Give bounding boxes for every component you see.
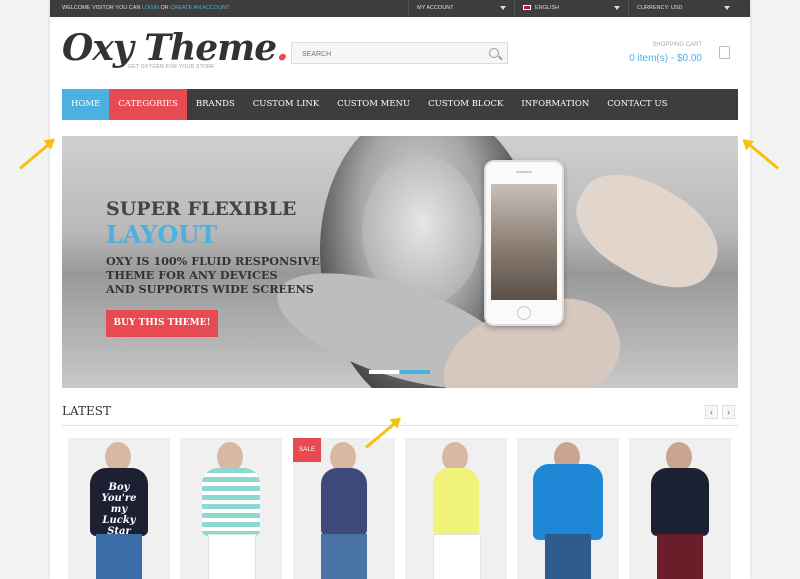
tshirt-print-text: Boy You're my Lucky Star: [101, 482, 137, 537]
product-jeans-image: [321, 534, 367, 579]
product-pants-image: [208, 534, 256, 579]
uk-flag-icon: [523, 5, 531, 10]
slider-dot-1[interactable]: [369, 370, 399, 374]
product-jacket-image: [533, 464, 603, 540]
banner-body-text: OXY IS 100% FLUID RESPONSIVE THEME FOR A…: [106, 254, 320, 296]
phone-home-button: [517, 306, 531, 320]
or-text: OR: [160, 5, 169, 11]
banner-body-line: THEME FOR ANY DEVICES: [106, 268, 278, 282]
search-box: [291, 42, 508, 64]
search-input[interactable]: [300, 47, 484, 62]
sale-badge: SALE: [293, 438, 321, 462]
chevron-down-icon: [724, 6, 730, 10]
carousel-next-button[interactable]: ›: [722, 405, 735, 419]
banner-title-line2: LAYOUT: [106, 220, 218, 249]
nav-item-categories[interactable]: CATEGORIES: [109, 89, 187, 120]
latest-heading: LATEST: [62, 404, 111, 418]
currency-dropdown[interactable]: CURRENCY: USD: [628, 0, 738, 17]
create-account-link[interactable]: CREATE AN ACCOUNT.: [170, 5, 230, 11]
logo-text: Oxy Theme: [62, 27, 277, 69]
site-logo[interactable]: Oxy Theme.: [62, 27, 289, 69]
product-card[interactable]: SALE: [293, 438, 395, 579]
slider-pagination: [369, 370, 431, 374]
nav-item-custom-menu[interactable]: CUSTOM MENU: [328, 89, 419, 120]
search-icon[interactable]: [489, 48, 499, 58]
phone-screen: [491, 184, 557, 300]
login-link[interactable]: LOGIN: [142, 5, 159, 11]
product-card[interactable]: [405, 438, 507, 579]
product-pants-image: [657, 534, 703, 579]
product-card[interactable]: [180, 438, 282, 579]
product-card[interactable]: [517, 438, 619, 579]
carousel-prev-button[interactable]: ‹: [705, 405, 718, 419]
product-pants-image: [433, 534, 481, 579]
top-bar: WELCOME VISITOR YOU CAN LOGIN OR CREATE …: [50, 0, 750, 17]
nav-item-contact-us[interactable]: CONTACT US: [598, 89, 676, 120]
shopping-cart-label: SHOPPING CART: [652, 42, 702, 48]
chevron-down-icon: [614, 6, 620, 10]
chevron-down-icon: [500, 6, 506, 10]
main-navigation: HOME CATEGORIES BRANDS CUSTOM LINK CUSTO…: [62, 89, 738, 120]
product-card[interactable]: [629, 438, 731, 579]
product-striped-top-image: [202, 468, 260, 536]
nav-item-custom-block[interactable]: CUSTOM BLOCK: [419, 89, 512, 120]
logo-tagline: GET OXYGEN FOR YOUR STORE: [128, 64, 215, 70]
product-sweater-image: [651, 468, 709, 536]
welcome-message: WELCOME VISITOR YOU CAN LOGIN OR CREATE …: [62, 0, 230, 17]
my-account-label: MY ACCOUNT: [417, 5, 454, 11]
banner-body-line: OXY IS 100% FLUID RESPONSIVE: [106, 254, 320, 268]
cart-total-link[interactable]: 0 item(s) - $0.00: [629, 53, 702, 64]
product-jeans-image: [545, 534, 591, 579]
welcome-text: WELCOME VISITOR YOU CAN: [62, 5, 141, 11]
phone-speaker: [516, 171, 532, 173]
product-yellow-tank-image: [433, 468, 479, 536]
buy-theme-button[interactable]: BUY THIS THEME!: [106, 310, 218, 337]
language-dropdown[interactable]: ENGLISH: [514, 0, 628, 17]
product-tank-top-image: [321, 468, 367, 536]
product-jeans-image: [96, 534, 142, 579]
banner-phone-image: [484, 160, 564, 326]
shopping-bag-icon[interactable]: [719, 46, 730, 59]
page-container: WELCOME VISITOR YOU CAN LOGIN OR CREATE …: [50, 0, 750, 579]
hero-slider[interactable]: SUPER FLEXIBLE LAYOUT OXY IS 100% FLUID …: [62, 136, 738, 388]
logo-dot: .: [276, 27, 289, 69]
banner-title-line1: SUPER FLEXIBLE: [106, 198, 297, 220]
product-card[interactable]: Boy You're my Lucky Star: [68, 438, 170, 579]
banner-body-line: AND SUPPORTS WIDE SCREENS: [106, 282, 314, 296]
language-label: ENGLISH: [535, 5, 560, 11]
nav-item-custom-link[interactable]: CUSTOM LINK: [244, 89, 328, 120]
slider-dot-2[interactable]: [400, 370, 430, 374]
nav-item-information[interactable]: INFORMATION: [512, 89, 598, 120]
my-account-dropdown[interactable]: MY ACCOUNT: [408, 0, 514, 17]
nav-item-brands[interactable]: BRANDS: [187, 89, 244, 120]
currency-label: CURRENCY: USD: [637, 5, 683, 11]
nav-item-home[interactable]: HOME: [62, 89, 110, 120]
